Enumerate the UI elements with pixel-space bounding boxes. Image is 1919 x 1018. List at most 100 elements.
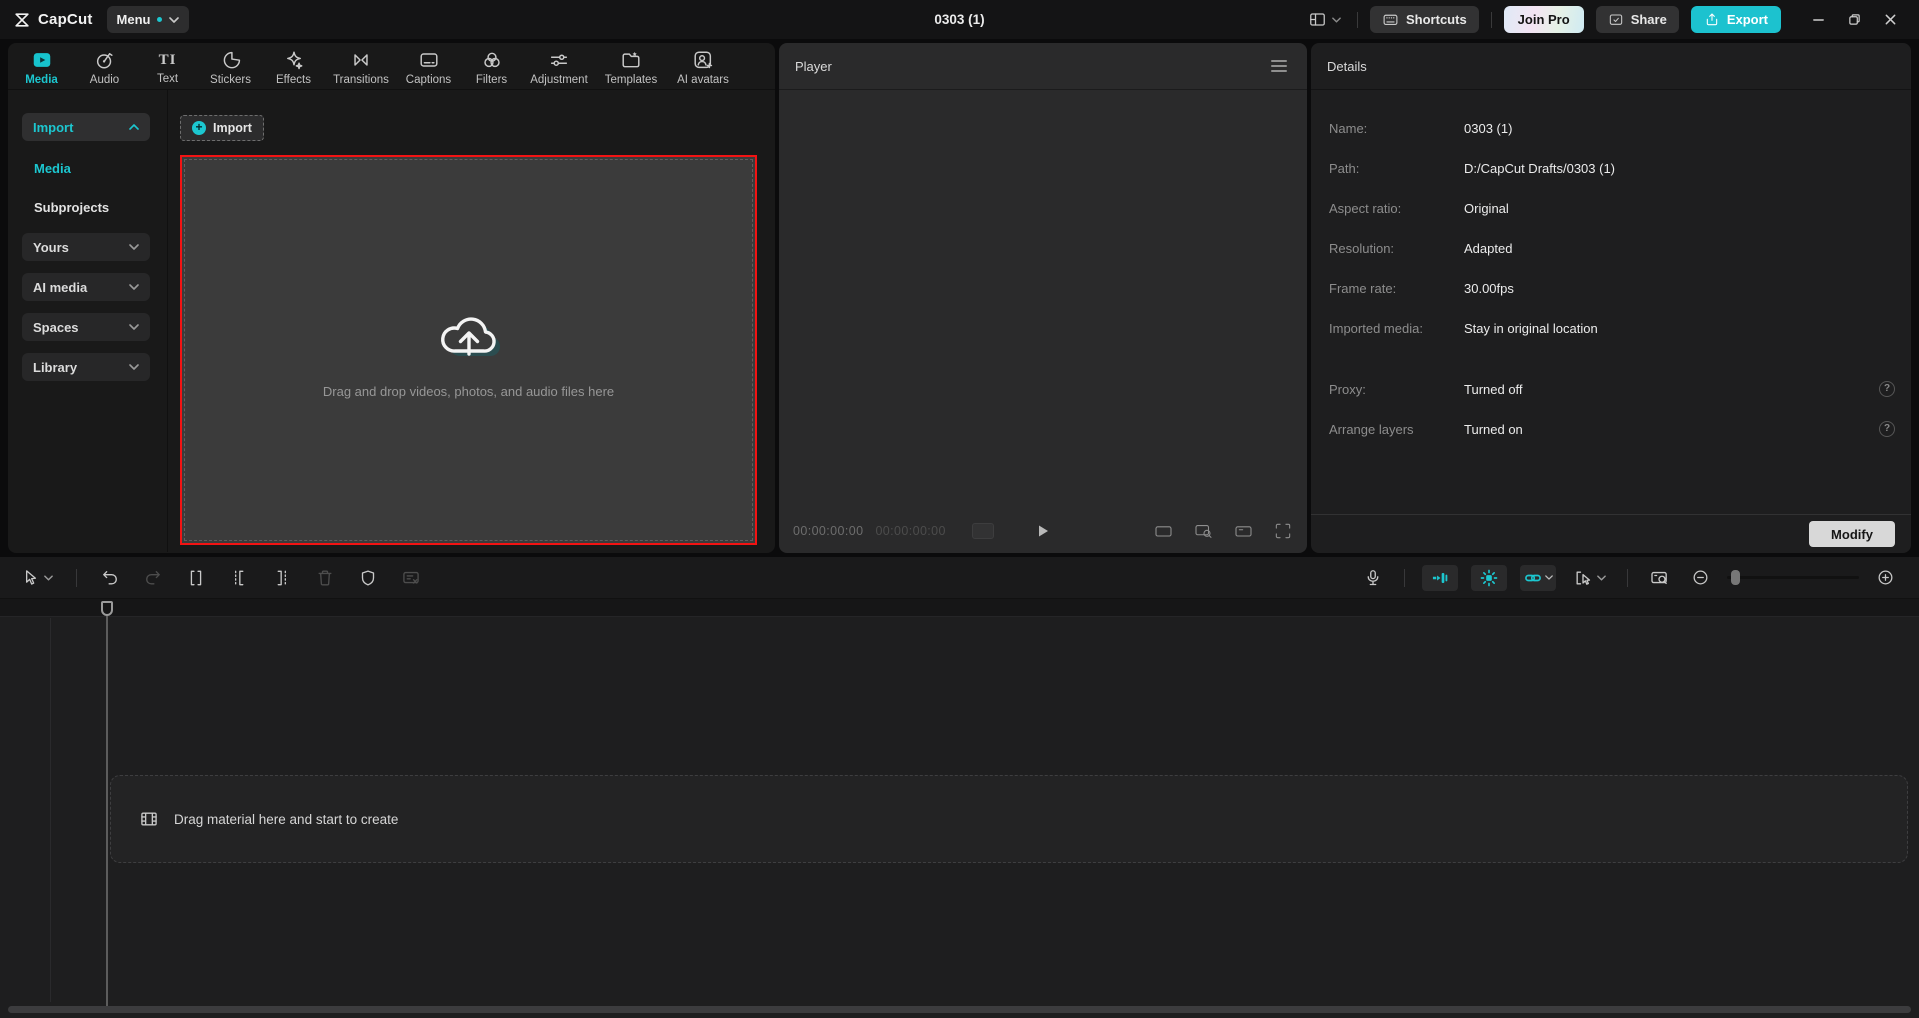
redo-button[interactable] [139,564,167,592]
preview-axis-button[interactable] [1645,564,1674,592]
divider [1357,12,1358,28]
sidebar-item-spaces[interactable]: Spaces [22,313,150,341]
join-pro-button[interactable]: Join Pro [1504,6,1584,33]
delete-right-button[interactable] [268,564,296,592]
chevron-down-icon [1332,17,1341,23]
mirror-preview-button[interactable] [1233,521,1254,541]
media-dropzone[interactable]: Drag and drop videos, photos, and audio … [180,155,757,545]
timeline-scrollbar[interactable] [8,1006,1911,1013]
delete-button[interactable] [311,564,339,592]
mask-button[interactable] [354,564,382,592]
chevron-down-icon [129,284,139,290]
plus-icon: + [192,121,206,135]
microphone-icon [1363,568,1383,588]
track-cursor-mode-button[interactable] [1569,564,1610,592]
tab-transitions[interactable]: Transitions [325,43,397,89]
tab-stickers[interactable]: Stickers [199,43,262,89]
timeline-ruler[interactable] [0,599,1919,617]
tab-captions[interactable]: Captions [397,43,460,89]
share-icon [1608,12,1624,28]
sidebar-item-import[interactable]: Import [22,113,150,141]
player-panel: Player 00:00:00:00 00:00:00:00 [779,43,1307,553]
tab-text[interactable]: TI Text [136,43,199,89]
auto-highlight-toggle[interactable] [1471,565,1507,591]
minimize-button[interactable] [1803,6,1833,34]
tab-filters[interactable]: Filters [460,43,523,89]
details-panel: Details Name: 0303 (1) Path: D:/CapCut D… [1311,43,1911,553]
timecode-current: 00:00:00:00 [793,524,863,538]
tab-templates[interactable]: Templates [595,43,667,89]
remove-caption-button[interactable] [397,564,425,592]
timeline-drop-target[interactable]: Drag material here and start to create [110,775,1908,863]
sidebar-item-media[interactable]: Media [34,161,167,176]
proxy-info-icon[interactable]: ? [1879,381,1895,397]
chevron-down-icon [129,324,139,330]
fullscreen-button[interactable] [1273,521,1293,541]
tab-ai-avatars[interactable]: AI avatars [667,43,739,89]
preview-quality-chip[interactable] [972,523,994,539]
play-icon [1035,523,1051,539]
player-menu-button[interactable] [1267,56,1291,76]
delete-left-button[interactable] [225,564,253,592]
media-icon [31,49,53,71]
sidebar-item-library[interactable]: Library [22,353,150,381]
tab-media[interactable]: Media [10,43,73,89]
chevron-up-icon [129,124,139,130]
sidebar-item-yours[interactable]: Yours [22,233,150,261]
canvas-ratio-button[interactable] [1153,521,1174,541]
caption-remove-icon [401,568,421,588]
tab-audio[interactable]: Audio [73,43,136,89]
zoom-fit-button[interactable] [1193,521,1214,541]
details-body: Name: 0303 (1) Path: D:/CapCut Drafts/03… [1311,90,1911,514]
tab-effects[interactable]: Effects [262,43,325,89]
menu-button[interactable]: Menu [107,6,190,33]
auto-snap-toggle[interactable] [1422,565,1458,591]
import-button[interactable]: + Import [180,115,264,141]
modify-button[interactable]: Modify [1809,521,1895,547]
delete-right-icon [272,568,292,588]
chevron-down-icon [1597,575,1606,581]
join-pro-label: Join Pro [1518,12,1570,27]
zoom-in-button[interactable] [1872,564,1899,591]
zoom-fit-icon [1193,521,1214,541]
sidebar-item-ai-media[interactable]: AI media [22,273,150,301]
timeline-section: Drag material here and start to create [0,557,1919,1018]
titlebar: CapCut Menu 0303 (1) Shortcuts Join Pro [0,0,1919,39]
export-icon [1704,12,1720,28]
zoom-out-button[interactable] [1687,564,1714,591]
redo-icon [143,568,163,588]
timeline-drag-hint: Drag material here and start to create [174,812,398,827]
zoom-slider-handle[interactable] [1731,570,1740,585]
chevron-down-icon [129,364,139,370]
divider [76,569,77,587]
details-title: Details [1327,59,1367,74]
maximize-button[interactable] [1839,6,1869,34]
voiceover-button[interactable] [1359,564,1387,592]
tab-adjustment[interactable]: Adjustment [523,43,595,89]
details-row-resolution: Resolution: Adapted [1329,228,1895,268]
close-icon [1884,13,1897,26]
export-button[interactable]: Export [1691,6,1781,33]
close-button[interactable] [1875,6,1905,34]
restore-icon [1848,13,1861,26]
preview-window-icon [1233,521,1254,541]
shortcuts-button[interactable]: Shortcuts [1370,6,1479,33]
export-label: Export [1727,12,1768,27]
highlight-burst-icon [1479,568,1499,588]
split-button[interactable] [182,564,210,592]
play-button[interactable] [1035,523,1051,539]
media-panel: Media Audio TI Text Stickers Effects [8,43,775,553]
share-button[interactable]: Share [1596,6,1679,33]
arrange-layers-info-icon[interactable]: ? [1879,421,1895,437]
adjustment-icon [548,49,570,71]
playhead-handle[interactable] [101,601,113,616]
capcut-logo-icon [12,10,32,30]
details-row-name: Name: 0303 (1) [1329,108,1895,148]
sidebar-item-subprojects[interactable]: Subprojects [34,200,167,215]
layout-switcher-button[interactable] [1304,6,1345,33]
timeline-zoom-slider[interactable] [1727,576,1859,579]
link-toggle[interactable] [1520,565,1556,591]
undo-button[interactable] [96,564,124,592]
select-tool-button[interactable] [16,564,57,592]
media-body: Import Media Subprojects Yours AI medi [8,90,775,552]
